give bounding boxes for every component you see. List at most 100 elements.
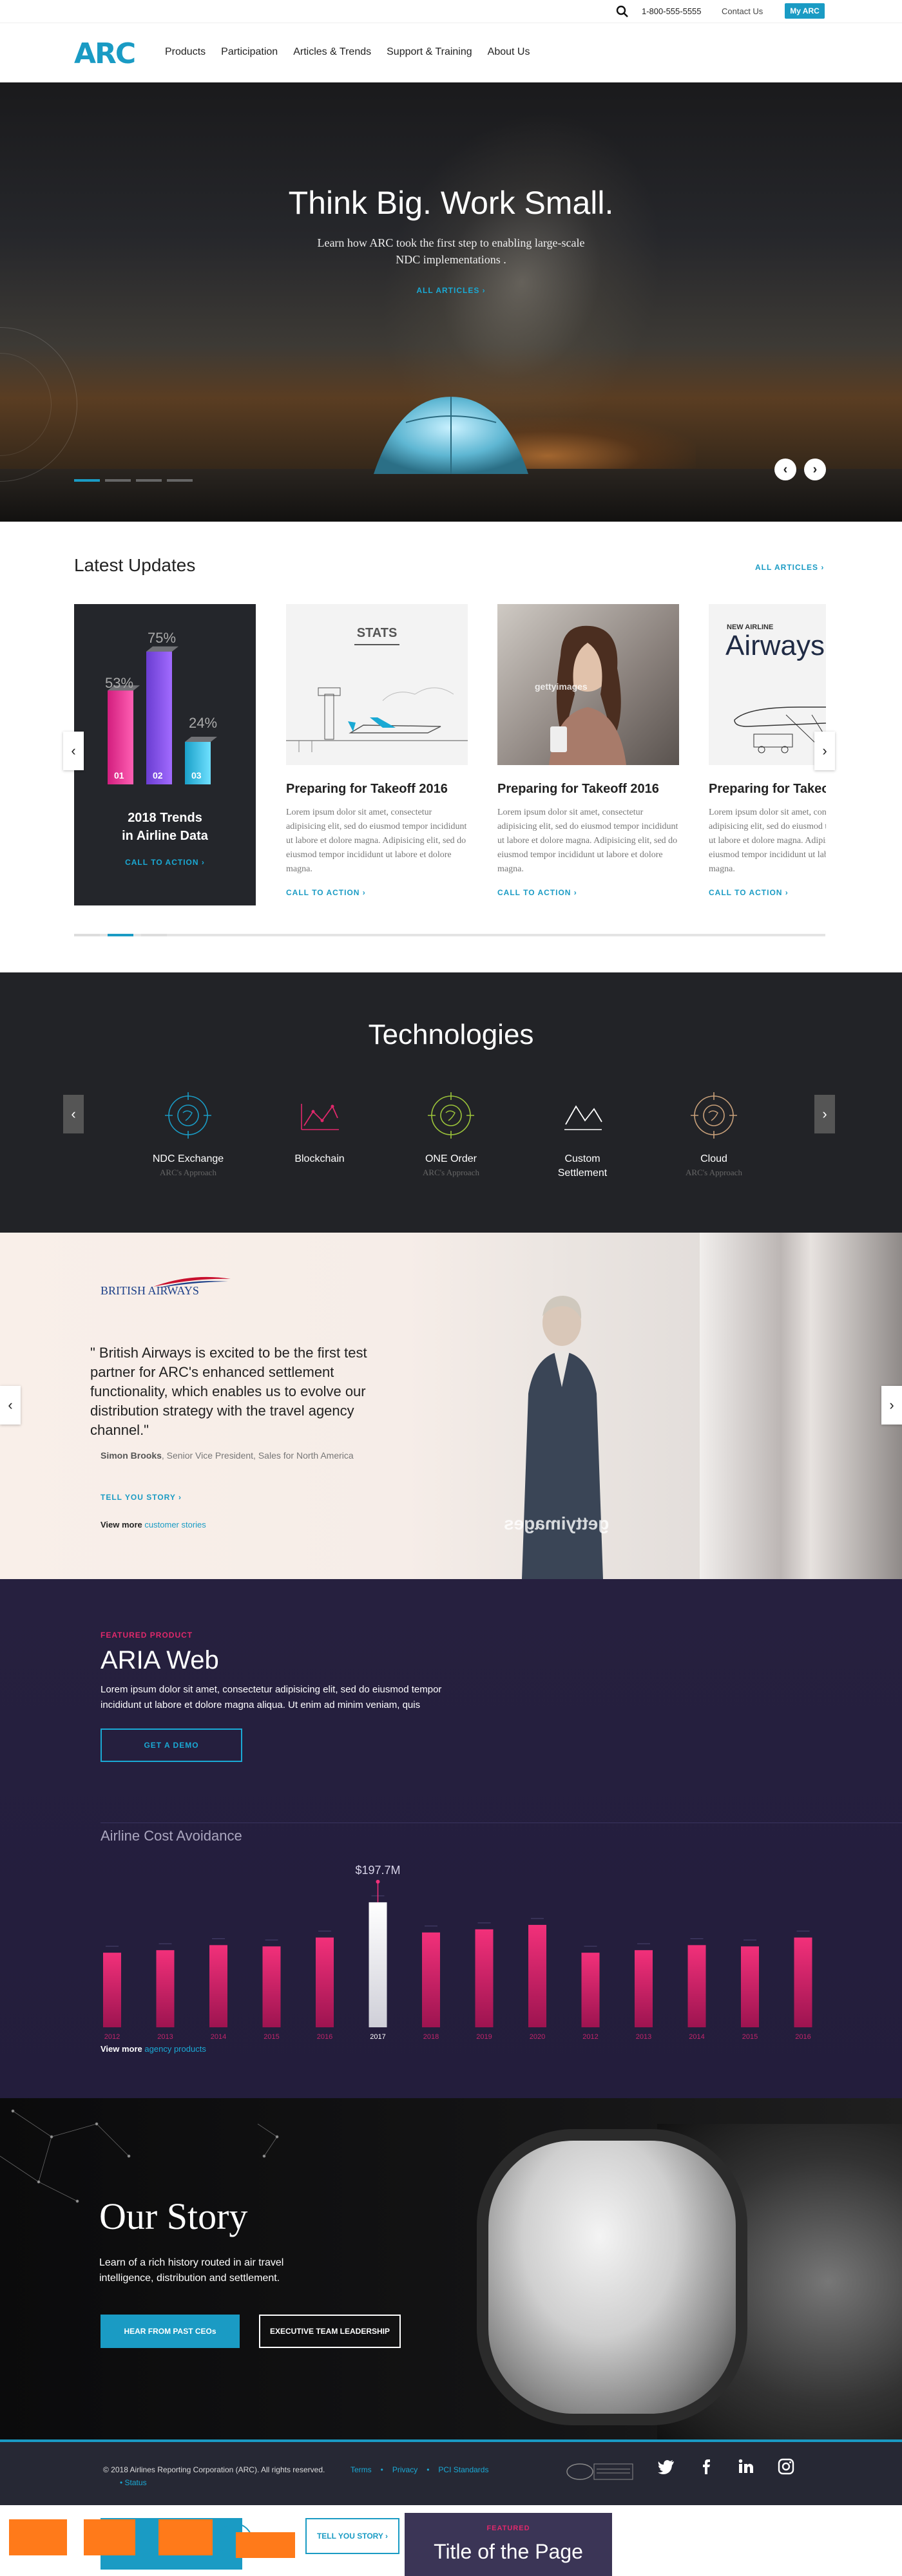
testimonial-prev-button[interactable]: ‹	[0, 1386, 21, 1425]
nav-products[interactable]: Products	[165, 46, 206, 58]
slide-indicator[interactable]	[105, 479, 131, 482]
carousel-next-button[interactable]: ›	[814, 732, 835, 770]
chevron-right-icon: ›	[785, 888, 789, 897]
slide-indicator[interactable]	[167, 479, 193, 482]
search-icon[interactable]	[616, 5, 629, 18]
chart-bar[interactable]	[422, 1932, 440, 2027]
chart-bar[interactable]	[687, 1945, 706, 2027]
footer-links: Terms • Privacy • PCI Standards	[350, 2465, 488, 2474]
footer-link-status[interactable]: • Status	[120, 2478, 147, 2487]
carousel-page-indicator[interactable]	[108, 934, 133, 936]
footer-link-pci[interactable]: PCI Standards	[438, 2465, 488, 2474]
nav-participation[interactable]: Participation	[221, 46, 278, 58]
arc-logo[interactable]: ARC	[74, 37, 136, 70]
tech-item-blockchain[interactable]: Blockchain	[268, 1090, 371, 1168]
agency-products-link[interactable]: agency products	[144, 2044, 206, 2054]
chart-bar[interactable]	[475, 1929, 494, 2027]
article-card-cta[interactable]: CALL TO ACTION ›	[286, 888, 468, 897]
nav-support-training[interactable]: Support & Training	[387, 46, 472, 58]
article-card[interactable]: gettyimages Preparing for Takeoff 2016 L…	[497, 604, 679, 897]
chart-bar[interactable]	[316, 1937, 334, 2027]
cost-avoidance-chart: 2012 2013 2014 2015 2016 2017 $197.7M 2018 2019 2…	[103, 1864, 812, 2041]
cta-label: CALL TO ACTION	[125, 858, 199, 867]
linkedin-icon[interactable]	[737, 2458, 755, 2476]
article-card-title: Preparing for Takeoff 2016	[709, 782, 826, 796]
slide-indicator[interactable]	[136, 479, 162, 482]
footer-link-privacy[interactable]: Privacy	[392, 2465, 417, 2474]
facebook-icon[interactable]	[697, 2458, 715, 2476]
article-card-cta[interactable]: CALL TO ACTION ›	[709, 888, 826, 897]
chart-bar[interactable]	[635, 1950, 653, 2027]
tech-prev-button[interactable]: ‹	[63, 1095, 84, 1133]
tech-item-name: Custom Settlement	[557, 1153, 608, 1179]
tell-your-story-link[interactable]: TELL YOU STORY ›	[101, 1493, 182, 1502]
chevron-right-icon: ›	[573, 888, 577, 897]
get-a-demo-button[interactable]: GET A DEMO	[101, 1728, 242, 1762]
separator-dot: •	[120, 2478, 125, 2487]
image-watermark: gettyimages	[535, 681, 588, 692]
all-articles-label: ALL ARTICLES	[755, 563, 818, 572]
copyright-text: © 2018 Airlines Reporting Corporation (A…	[103, 2465, 325, 2474]
bar-pct-label: 75%	[148, 630, 177, 646]
chart-highlight-dot	[376, 1879, 380, 1884]
separator-dot: •	[427, 2465, 430, 2474]
tech-item-custom-settlement[interactable]: Custom Settlement	[531, 1090, 634, 1182]
slide-indicator[interactable]	[74, 479, 100, 482]
tech-item-one-order[interactable]: ONE Order ARC's Approach	[399, 1090, 503, 1178]
chart-bar[interactable]	[741, 1946, 759, 2027]
chevron-right-icon: ›	[178, 1493, 182, 1502]
image-label: Airways	[725, 630, 825, 661]
view-more-customer-stories: View more customer stories	[101, 1520, 206, 1530]
hero-next-button[interactable]: ›	[804, 459, 826, 480]
hero-prev-button[interactable]: ‹	[774, 459, 796, 480]
tech-item-cloud[interactable]: Cloud ARC's Approach	[662, 1090, 765, 1178]
article-card-image: NEW AIRLINE Airways	[709, 604, 826, 765]
line-chart-icon	[564, 1105, 602, 1130]
annotation-block	[236, 2532, 295, 2558]
cta-label: CALL TO ACTION	[709, 888, 783, 897]
technologies-section: Technologies ‹ › NDC Exchange ARC's Appr…	[0, 972, 902, 1233]
instagram-icon[interactable]	[777, 2458, 795, 2476]
tech-item-name: Cloud	[700, 1153, 727, 1164]
carousel-page-indicator[interactable]	[141, 934, 167, 936]
window-background	[700, 1233, 902, 1579]
hear-from-past-ceos-button[interactable]: HEAR FROM PAST CEOs	[101, 2315, 240, 2348]
chart-bar[interactable]	[528, 1924, 546, 2027]
hero-all-articles-link[interactable]: ALL ARTICLES ›	[0, 286, 902, 295]
chart-bar[interactable]	[209, 1945, 227, 2027]
chart-bar[interactable]	[369, 1902, 387, 2027]
tech-item-ndc-exchange[interactable]: NDC Exchange ARC's Approach	[137, 1090, 240, 1178]
preview-outline-button[interactable]: TELL YOU STORY ›	[305, 2518, 399, 2554]
next-page-preview: TELL YOU STORY › FEATURED Title of the P…	[0, 2505, 902, 2576]
feature-card[interactable]: 53% 75% 24% 01 02 03 2018 Trends in Airl…	[74, 604, 256, 905]
chart-bar[interactable]	[581, 1953, 600, 2027]
nav-articles-trends[interactable]: Articles & Trends	[293, 46, 371, 58]
chart-bar[interactable]	[103, 1953, 121, 2027]
carousel-prev-button[interactable]: ‹	[63, 732, 84, 770]
product-title: ARIA Web	[101, 1646, 219, 1674]
carousel-page-indicator[interactable]	[74, 934, 100, 936]
article-card[interactable]: STATS Preparing for Takeoff 2016 Lorem i…	[286, 604, 468, 897]
author-name: Simon Brooks	[101, 1450, 162, 1461]
all-articles-link[interactable]: ALL ARTICLES ›	[755, 563, 824, 572]
article-card[interactable]: NEW AIRLINE Airways Preparing for Takeof…	[709, 604, 826, 897]
nav-about-us[interactable]: About Us	[488, 46, 530, 58]
executive-team-leadership-button[interactable]: EXECUTIVE TEAM LEADERSHIP	[259, 2315, 401, 2348]
contact-us-link[interactable]: Contact Us	[722, 6, 763, 16]
customer-stories-link[interactable]: customer stories	[144, 1520, 206, 1530]
tech-next-button[interactable]: ›	[814, 1095, 835, 1133]
chart-bar[interactable]	[794, 1937, 812, 2027]
testimonial-next-button[interactable]: ›	[881, 1386, 902, 1425]
chart-bar[interactable]	[262, 1946, 281, 2027]
article-card-cta[interactable]: CALL TO ACTION ›	[497, 888, 679, 897]
feature-card-title: 2018 Trends in Airline Data	[74, 809, 256, 845]
chart-bar[interactable]	[156, 1950, 175, 2027]
twitter-icon[interactable]	[657, 2458, 675, 2476]
phone-number[interactable]: 1-800-555-5555	[642, 6, 702, 16]
my-arc-button[interactable]: My ARC	[785, 3, 825, 19]
chart-x-tick-label: 2015	[742, 2033, 758, 2041]
feature-card-cta[interactable]: CALL TO ACTION ›	[74, 858, 256, 867]
footer-link-terms[interactable]: Terms	[350, 2465, 372, 2474]
cta-label: TELL YOU STORY	[101, 1493, 176, 1502]
chevron-right-icon: ›	[822, 1106, 827, 1122]
